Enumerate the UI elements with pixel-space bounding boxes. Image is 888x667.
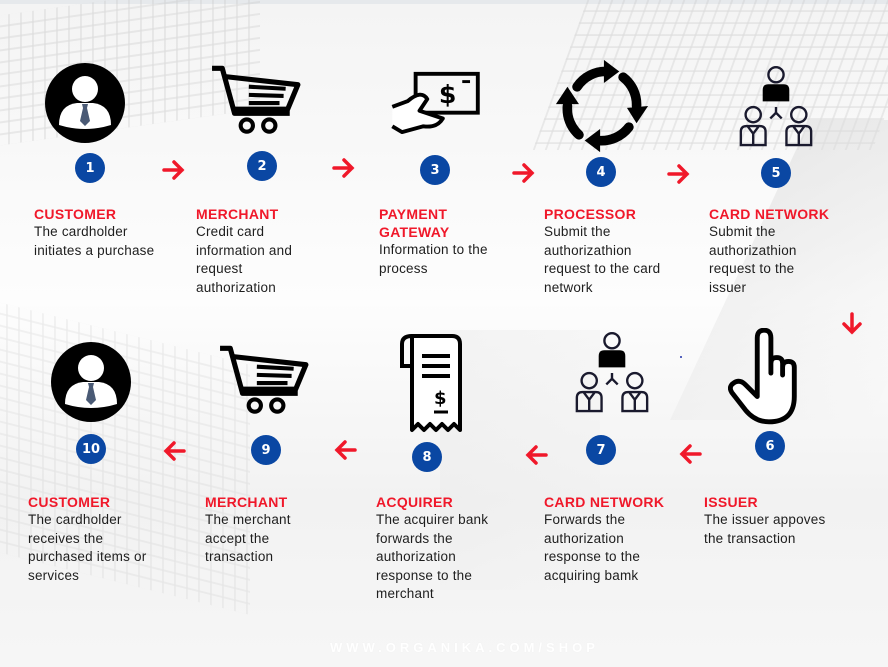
- step-title: CUSTOMER: [34, 206, 117, 222]
- arrow-left-icon: [679, 444, 702, 464]
- receipt-icon: [396, 330, 466, 440]
- step-number-badge: 6: [755, 431, 785, 461]
- footer-url: WWW.ORGANIKA.COM/SHOP: [330, 640, 599, 655]
- step-description: Submit the authorizathion request to the…: [544, 224, 661, 295]
- step-number-badge: 5: [761, 158, 791, 188]
- step-number-badge: 7: [586, 435, 616, 465]
- arrow-right-icon: [512, 163, 535, 183]
- stray-dot: [680, 356, 682, 358]
- step-number-badge: 2: [247, 151, 277, 181]
- step-number-badge: 8: [412, 442, 442, 472]
- arrow-down-icon: [842, 312, 862, 335]
- user-avatar-icon: [45, 63, 125, 143]
- step-description: Submit the authorizathion request to the…: [709, 224, 797, 295]
- user-avatar-icon: [51, 342, 131, 422]
- step-description: Forwards the authorization response to t…: [544, 512, 641, 583]
- step-title: CARD NETWORK: [709, 206, 830, 222]
- step-description: Credit card information and request auth…: [196, 224, 293, 295]
- step-description: The merchant accept the transaction: [205, 512, 291, 564]
- arrow-right-icon: [667, 164, 690, 184]
- arrow-left-icon: [334, 440, 357, 460]
- network-people-icon: [738, 64, 814, 152]
- step-title: CARD NETWORK: [544, 494, 665, 510]
- step-description: The cardholder receives the purchased it…: [28, 512, 147, 583]
- step-number-badge: 4: [586, 157, 616, 187]
- arrow-left-icon: [525, 445, 548, 465]
- step-description: The issuer appoves the transaction: [704, 512, 826, 546]
- step-title: MERCHANT: [196, 206, 279, 222]
- step-description: The acquirer bank forwards the authoriza…: [376, 512, 489, 601]
- arrow-right-icon: [332, 158, 355, 178]
- step-description: Information to the process: [379, 242, 488, 276]
- cycle-arrows-icon: [554, 58, 650, 154]
- shopping-cart-icon: [210, 64, 302, 136]
- step-title: ACQUIRER: [376, 494, 454, 510]
- step-title: CUSTOMER: [28, 494, 111, 510]
- step-number-badge: 9: [251, 435, 281, 465]
- shopping-cart-icon: [218, 344, 310, 416]
- step-title: ISSUER: [704, 494, 758, 510]
- arrow-right-icon: [162, 160, 185, 180]
- step-number-badge: 10: [76, 434, 106, 464]
- pointing-hand-icon: [728, 328, 806, 426]
- network-people-icon: [574, 330, 650, 418]
- hand-cash-icon: [388, 68, 486, 136]
- arrow-left-icon: [163, 441, 186, 461]
- step-title: PROCESSOR: [544, 206, 637, 222]
- step-number-badge: 3: [420, 155, 450, 185]
- step-number-badge: 1: [75, 153, 105, 183]
- step-title: PAYMENT GATEWAY: [379, 206, 450, 240]
- step-description: The cardholder initiates a purchase: [34, 224, 155, 258]
- step-title: MERCHANT: [205, 494, 288, 510]
